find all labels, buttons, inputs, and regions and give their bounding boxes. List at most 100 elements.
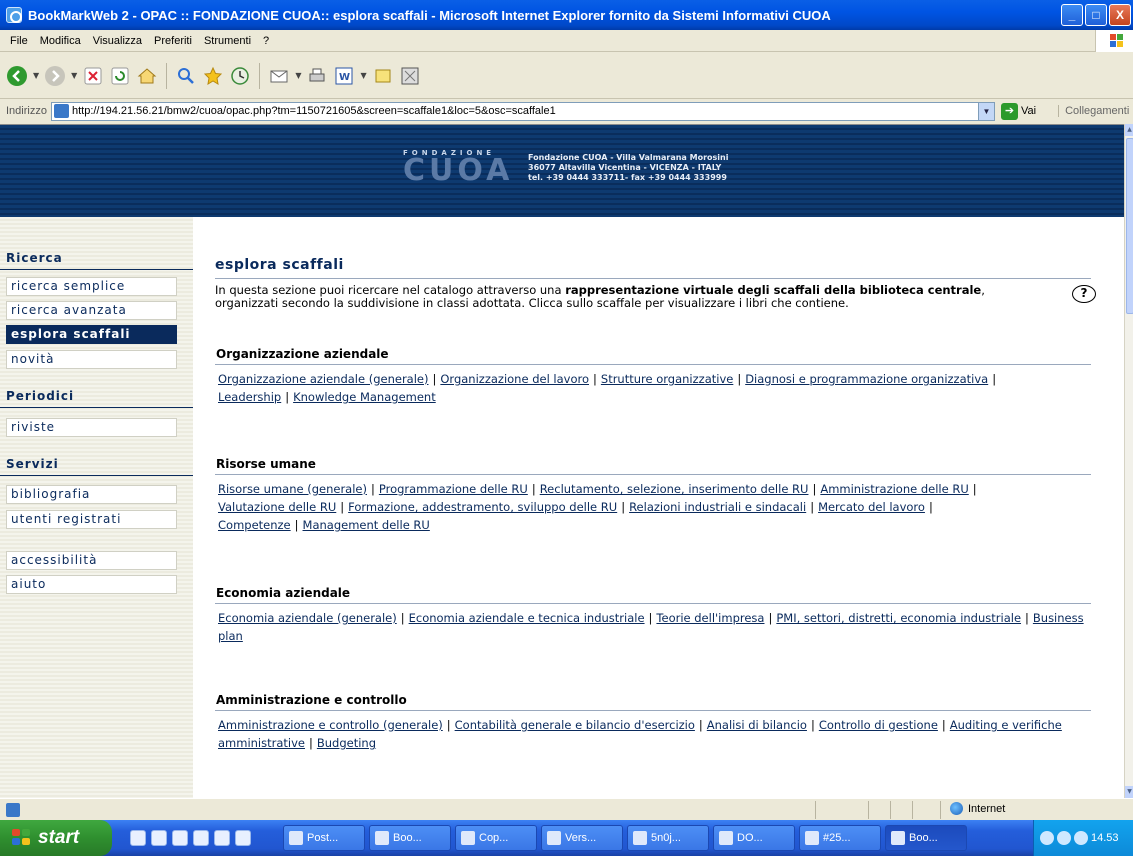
- category-link[interactable]: Strutture organizzative: [601, 372, 733, 386]
- print-icon[interactable]: [306, 65, 328, 87]
- app-icon: [547, 831, 561, 845]
- tray-icon[interactable]: [1074, 831, 1088, 845]
- category-link[interactable]: Knowledge Management: [293, 390, 436, 404]
- category-link[interactable]: Leadership: [218, 390, 281, 404]
- tray-icon[interactable]: [1040, 831, 1054, 845]
- home-icon[interactable]: [136, 65, 158, 87]
- nav-accessibilita[interactable]: accessibilità: [6, 551, 177, 570]
- nav-ricerca-semplice[interactable]: ricerca semplice: [6, 277, 177, 296]
- category-link[interactable]: Economia aziendale e tecnica industriale: [409, 611, 645, 625]
- category-link[interactable]: Risorse umane (generale): [218, 482, 367, 496]
- menu-visualizza[interactable]: Visualizza: [87, 35, 148, 47]
- task-button[interactable]: #25...: [799, 825, 881, 851]
- refresh-icon[interactable]: [109, 65, 131, 87]
- category-link[interactable]: Mercato del lavoro: [818, 500, 925, 514]
- help-icon[interactable]: ?: [1072, 285, 1096, 303]
- scroll-down-icon[interactable]: ▼: [1125, 786, 1133, 798]
- category-link[interactable]: Organizzazione del lavoro: [440, 372, 589, 386]
- task-button[interactable]: DO...: [713, 825, 795, 851]
- forward-dropdown-icon[interactable]: ▼: [71, 71, 77, 80]
- task-button[interactable]: Cop...: [455, 825, 537, 851]
- category-link[interactable]: Controllo di gestione: [819, 718, 938, 732]
- quick-launch-icon[interactable]: [235, 830, 251, 846]
- word-icon[interactable]: W: [333, 65, 355, 87]
- category-link[interactable]: Formazione, addestramento, sviluppo dell…: [348, 500, 617, 514]
- maximize-button[interactable]: □: [1085, 4, 1107, 26]
- taskbar: start Post... Boo... Cop... Vers... 5n0j…: [0, 820, 1133, 856]
- menu-modifica[interactable]: Modifica: [34, 35, 87, 47]
- category-link[interactable]: Teorie dell'impresa: [656, 611, 764, 625]
- history-icon[interactable]: [229, 65, 251, 87]
- cuoa-logo: FONDAZIONE CUOA: [403, 149, 513, 186]
- quick-launch-icon[interactable]: [151, 830, 167, 846]
- category-link[interactable]: Competenze: [218, 518, 291, 532]
- task-button[interactable]: Boo...: [369, 825, 451, 851]
- task-button[interactable]: Vers...: [541, 825, 623, 851]
- category-link[interactable]: Economia aziendale (generale): [218, 611, 397, 625]
- category-link[interactable]: Contabilità generale e bilancio d'eserci…: [455, 718, 695, 732]
- quick-launch-icon[interactable]: [193, 830, 209, 846]
- svg-text:W: W: [339, 72, 350, 83]
- forward-icon[interactable]: [44, 65, 66, 87]
- menu-file[interactable]: File: [4, 35, 34, 47]
- nav-esplora-scaffali[interactable]: esplora scaffali: [6, 325, 177, 344]
- menu-help[interactable]: ?: [257, 35, 275, 47]
- nav-aiuto[interactable]: aiuto: [6, 575, 177, 594]
- category-links: Economia aziendale (generale) | Economia a…: [218, 611, 1084, 643]
- nav-bibliografia[interactable]: bibliografia: [6, 485, 177, 504]
- quick-launch-icon[interactable]: [130, 830, 146, 846]
- back-dropdown-icon[interactable]: ▼: [33, 71, 39, 80]
- category-link[interactable]: Relazioni industriali e sindacali: [629, 500, 806, 514]
- zone-label: Internet: [968, 802, 1006, 815]
- nav-riviste[interactable]: riviste: [6, 418, 177, 437]
- category-link[interactable]: Reclutamento, selezione, inserimento del…: [540, 482, 809, 496]
- back-icon[interactable]: [6, 65, 28, 87]
- scroll-thumb[interactable]: [1126, 138, 1133, 314]
- address-input[interactable]: http://194.21.56.21/bmw2/cuoa/opac.php?t…: [50, 101, 995, 121]
- stop-icon[interactable]: [82, 65, 104, 87]
- edit-dropdown-icon[interactable]: ▼: [360, 71, 366, 80]
- category-link[interactable]: PMI, settori, distretti, economia indust…: [776, 611, 1021, 625]
- task-button[interactable]: Post...: [283, 825, 365, 851]
- address-dropdown-icon[interactable]: ▼: [977, 102, 994, 120]
- quick-launch-icon[interactable]: [214, 830, 230, 846]
- category-link[interactable]: Budgeting: [317, 736, 376, 750]
- category-link[interactable]: Analisi di bilancio: [707, 718, 807, 732]
- links-toolbar[interactable]: Collegamenti: [1058, 105, 1129, 117]
- category-link[interactable]: Diagnosi e programmazione organizzativa: [745, 372, 988, 386]
- minimize-button[interactable]: _: [1061, 4, 1083, 26]
- menu-preferiti[interactable]: Preferiti: [148, 35, 198, 47]
- scroll-up-icon[interactable]: ▲: [1125, 124, 1133, 136]
- search-icon[interactable]: [175, 65, 197, 87]
- mail-dropdown-icon[interactable]: ▼: [295, 71, 301, 80]
- task-button-active[interactable]: Boo...: [885, 825, 967, 851]
- category-link[interactable]: Valutazione delle RU: [218, 500, 336, 514]
- start-button[interactable]: start: [0, 820, 112, 856]
- page-viewport: FONDAZIONE CUOA Fondazione CUOA - Villa …: [0, 124, 1124, 798]
- category-link[interactable]: Programmazione delle RU: [379, 482, 528, 496]
- windows-logo-icon: [1095, 30, 1133, 52]
- nav-ricerca-avanzata[interactable]: ricerca avanzata: [6, 301, 177, 320]
- category-link[interactable]: Management delle RU: [303, 518, 430, 532]
- address-url[interactable]: http://194.21.56.21/bmw2/cuoa/opac.php?t…: [72, 105, 978, 117]
- vertical-scrollbar[interactable]: ▲ ▼: [1124, 124, 1133, 798]
- banner-line-2: 36077 Altavilla Vicentina - VICENZA - IT…: [528, 163, 722, 172]
- tray-icon[interactable]: [1057, 831, 1071, 845]
- discuss-icon[interactable]: [372, 65, 394, 87]
- close-button[interactable]: X: [1109, 4, 1131, 26]
- nav-novita[interactable]: novità: [6, 350, 177, 369]
- menu-strumenti[interactable]: Strumenti: [198, 35, 257, 47]
- category-link[interactable]: Organizzazione aziendale (generale): [218, 372, 429, 386]
- quick-launch-icon[interactable]: [172, 830, 188, 846]
- banner-line-3: tel. +39 0444 333711- fax +39 0444 33399…: [528, 173, 727, 182]
- category-link[interactable]: Amministrazione delle RU: [820, 482, 968, 496]
- address-bar: Indirizzo http://194.21.56.21/bmw2/cuoa/…: [0, 100, 1133, 122]
- category-link[interactable]: Amministrazione e controllo (generale): [218, 718, 443, 732]
- mail-icon[interactable]: [268, 65, 290, 87]
- nav-utenti-registrati[interactable]: utenti registrati: [6, 510, 177, 529]
- go-button[interactable]: ➔ Vai: [1000, 102, 1036, 120]
- messenger-icon[interactable]: [399, 65, 421, 87]
- intro-text: In questa sezione puoi ricercare nel cat…: [215, 283, 985, 310]
- task-button[interactable]: 5n0j...: [627, 825, 709, 851]
- favorites-icon[interactable]: [202, 65, 224, 87]
